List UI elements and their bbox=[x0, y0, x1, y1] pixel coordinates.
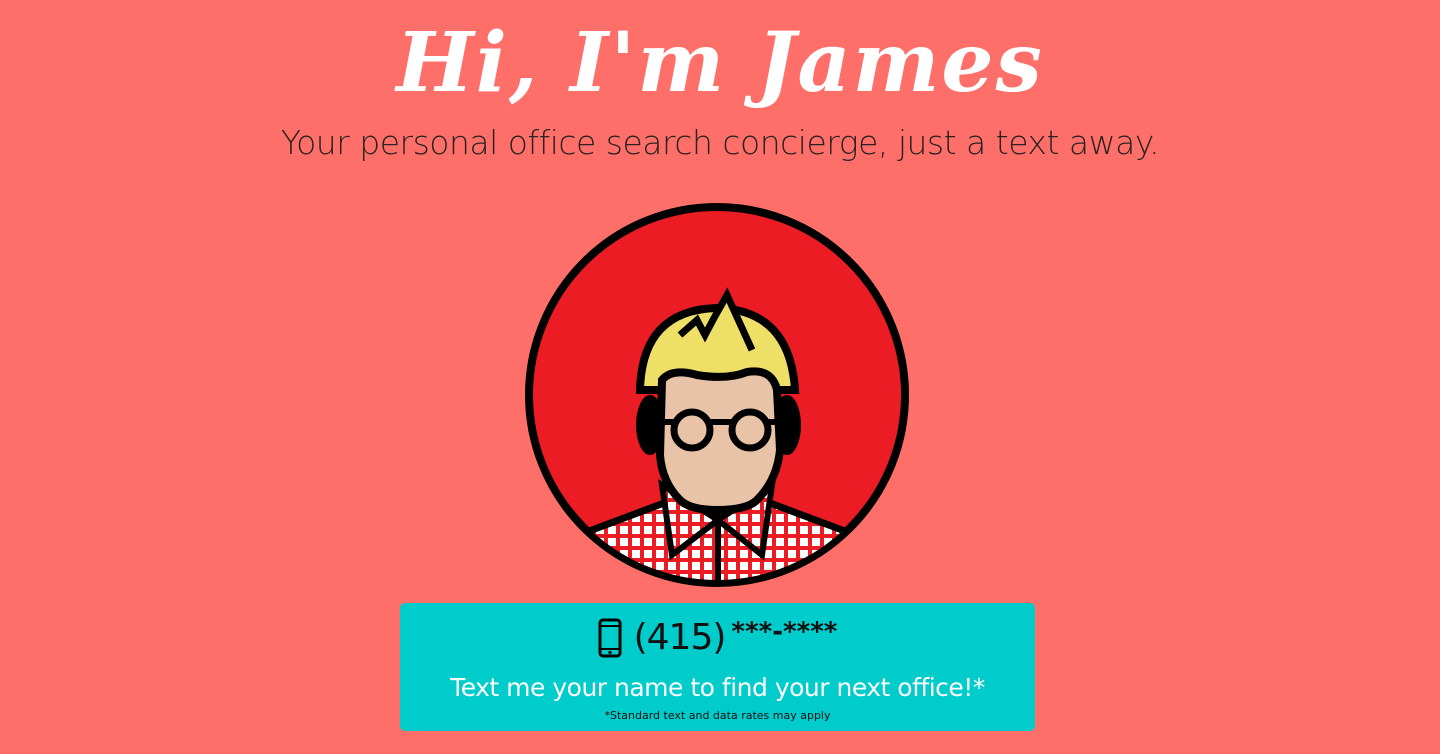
phone-number-row: (415) ***-**** bbox=[400, 617, 1035, 658]
mobile-phone-icon bbox=[598, 618, 622, 657]
page-subtitle: Your personal office search concierge, j… bbox=[280, 123, 1160, 162]
text-me-panel: (415) ***-**** Text me your name to find… bbox=[400, 603, 1035, 731]
phone-area-code[interactable]: (415) bbox=[634, 617, 727, 658]
cartoon-avatar-icon bbox=[525, 203, 909, 587]
cta-message: Text me your name to find your next offi… bbox=[450, 673, 985, 702]
phone-masked-number[interactable]: ***-**** bbox=[731, 617, 837, 647]
rates-disclaimer: *Standard text and data rates may apply bbox=[604, 709, 831, 722]
page-title: Hi, I'm James bbox=[396, 15, 1044, 111]
